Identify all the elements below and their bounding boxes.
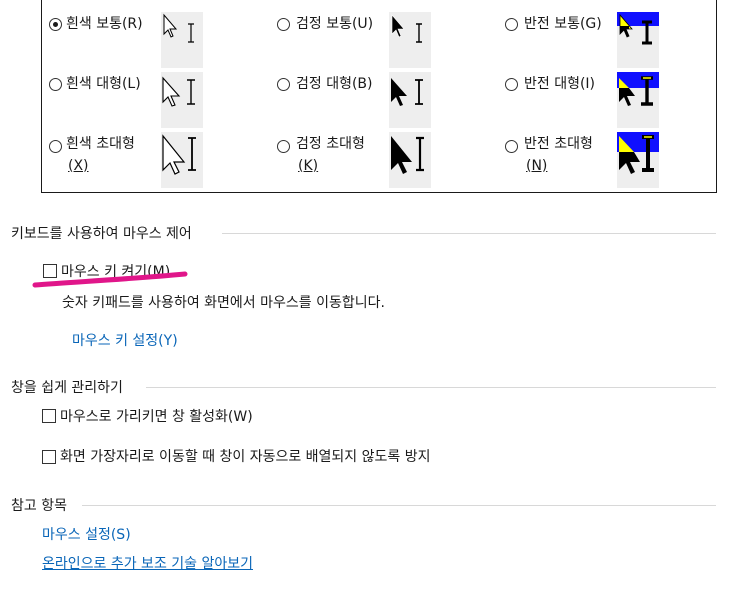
- preview-inverted-large: [617, 72, 659, 128]
- preview-inverted-xl: [617, 132, 659, 188]
- section-title-see-also: 참고 항목: [11, 498, 67, 514]
- section-divider: [82, 505, 716, 506]
- white-arrow-cursor-icon: [163, 13, 194, 43]
- preview-black-large: [389, 72, 431, 128]
- label-white-normal[interactable]: 흰색 보통(R): [66, 14, 143, 34]
- section-title-windows: 창을 쉽게 관리하기: [11, 380, 123, 396]
- section-divider: [222, 233, 716, 234]
- inverted-arrow-cursor-xl-icon: [617, 132, 659, 174]
- black-arrow-cursor-large-icon: [391, 78, 423, 106]
- black-arrow-cursor-icon: [391, 14, 422, 43]
- radio-black-normal[interactable]: [277, 18, 290, 31]
- preview-white-large: [161, 72, 203, 128]
- label-inverted-large[interactable]: 반전 대형(I): [524, 74, 595, 94]
- label-white-xl-line2[interactable]: (X): [68, 156, 89, 176]
- label-black-xl-line2[interactable]: (K): [298, 156, 318, 176]
- white-arrow-cursor-xl-icon: [162, 134, 196, 175]
- inverted-arrow-cursor-icon: [617, 12, 659, 45]
- radio-inverted-normal[interactable]: [505, 18, 518, 31]
- online-assistive-tech-link[interactable]: 온라인으로 추가 보조 기술 알아보기: [42, 553, 253, 573]
- mousekeys-description: 숫자 키패드를 사용하여 화면에서 마우스를 이동합니다.: [62, 295, 385, 311]
- black-arrow-cursor-xl-icon: [391, 136, 424, 174]
- label-black-normal[interactable]: 검정 보통(U): [296, 14, 373, 34]
- preview-inverted-normal: [617, 12, 659, 68]
- hover-activate-checkbox[interactable]: [42, 409, 56, 423]
- label-inverted-xl-line2[interactable]: (N): [526, 156, 547, 176]
- radio-white-normal[interactable]: [49, 18, 62, 31]
- label-inverted-normal[interactable]: 반전 보통(G): [524, 14, 602, 34]
- radio-inverted-xl[interactable]: [505, 140, 518, 153]
- prevent-arrange-checkbox[interactable]: [42, 450, 56, 464]
- label-black-xl-line1[interactable]: 검정 초대형: [296, 134, 365, 154]
- preview-black-normal: [389, 12, 431, 68]
- preview-white-xl: [161, 132, 203, 188]
- radio-inverted-large[interactable]: [505, 78, 518, 91]
- radio-white-xl[interactable]: [49, 140, 62, 153]
- label-white-xl-line1[interactable]: 흰색 초대형: [66, 134, 135, 154]
- label-black-large[interactable]: 검정 대형(B): [296, 74, 373, 94]
- label-inverted-xl-line1[interactable]: 반전 초대형: [524, 134, 593, 154]
- highlight-pen-mark: [32, 271, 188, 288]
- radio-black-large[interactable]: [277, 78, 290, 91]
- inverted-arrow-cursor-large-icon: [617, 72, 659, 106]
- label-white-large[interactable]: 흰색 대형(L): [66, 74, 141, 94]
- mousekeys-setup-link[interactable]: 마우스 키 설정(Y): [72, 330, 178, 350]
- radio-white-large[interactable]: [49, 78, 62, 91]
- radio-black-xl[interactable]: [277, 140, 290, 153]
- prevent-arrange-label[interactable]: 화면 가장자리로 이동할 때 창이 자동으로 배열되지 않도록 방지: [60, 446, 430, 466]
- white-arrow-cursor-large-icon: [162, 76, 195, 107]
- hover-activate-label[interactable]: 마우스로 가리키면 창 활성화(W): [60, 406, 253, 426]
- preview-black-xl: [389, 132, 431, 188]
- section-divider: [146, 387, 716, 388]
- mouse-settings-link[interactable]: 마우스 설정(S): [42, 524, 131, 544]
- section-title-keyboard: 키보드를 사용하여 마우스 제어: [11, 226, 192, 242]
- preview-white-normal: [161, 12, 203, 68]
